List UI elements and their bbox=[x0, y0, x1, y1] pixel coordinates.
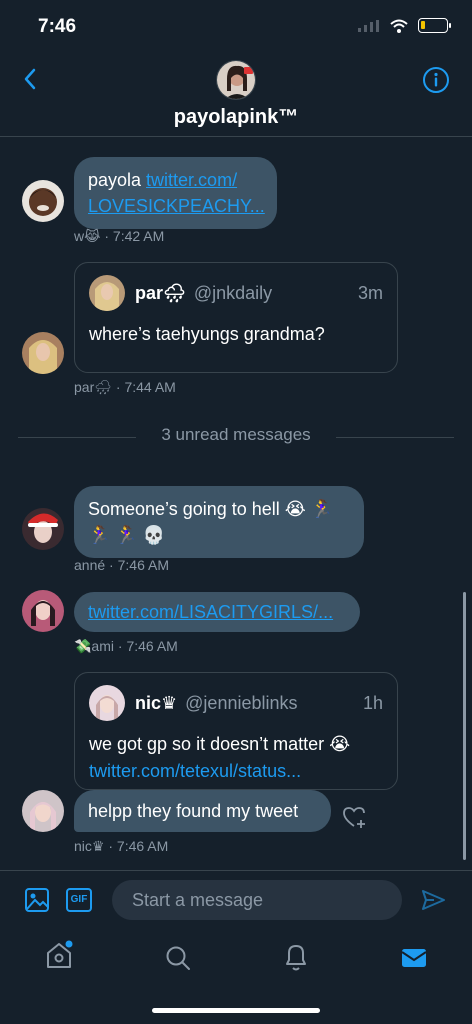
avatar[interactable] bbox=[22, 332, 64, 374]
message-time: 7:44 AM bbox=[124, 379, 176, 395]
scrollbar[interactable] bbox=[463, 592, 466, 860]
message-meta: anné · 7:46 AM bbox=[74, 557, 169, 573]
message-bubble[interactable]: payola twitter.com/ LOVESICKPEACHY... bbox=[74, 157, 277, 229]
sender-name: w😹 bbox=[74, 228, 101, 244]
message-input[interactable]: Start a message bbox=[112, 880, 402, 920]
message-time: 7:42 AM bbox=[112, 228, 165, 244]
status-icons bbox=[358, 18, 451, 33]
conversation-avatar[interactable] bbox=[216, 60, 256, 100]
sender-name: anné bbox=[74, 557, 106, 573]
message-link[interactable]: twitter.com/LISACITYGIRLS/... bbox=[88, 602, 333, 622]
quoted-time: 3m bbox=[357, 282, 383, 303]
message-text: 🏃‍♀️ 🏃‍♀️ 💀 bbox=[88, 525, 166, 545]
quoted-name: par🌧 bbox=[135, 282, 186, 303]
unread-label: 3 unread messages bbox=[161, 425, 311, 444]
composer-divider bbox=[0, 870, 472, 871]
cellular-signal-icon bbox=[358, 19, 379, 32]
avatar[interactable] bbox=[22, 180, 64, 222]
message-text: Someone’s going to hell 😭 🏃‍♀️ bbox=[88, 499, 334, 519]
battery-icon bbox=[418, 18, 451, 33]
avatar[interactable] bbox=[22, 790, 64, 832]
quoted-name: nic♛ bbox=[135, 692, 178, 713]
avatar[interactable] bbox=[22, 590, 64, 632]
sender-name: nic♛ bbox=[74, 838, 105, 854]
avatar[interactable] bbox=[22, 508, 64, 550]
message-link[interactable]: LOVESICKPEACHY... bbox=[88, 196, 265, 216]
message-bubble[interactable]: Someone’s going to hell 😭 🏃‍♀️ 🏃‍♀️ 🏃‍♀️… bbox=[74, 486, 364, 558]
message-bubble[interactable]: helpp they found my tweet bbox=[74, 790, 331, 832]
quoted-link[interactable]: twitter.com/tetexul/status... bbox=[89, 758, 383, 784]
message-meta: 💸ami · 7:46 AM bbox=[74, 638, 178, 654]
quoted-tweet[interactable]: nic♛ @jennieblinks 1h we got gp so it do… bbox=[74, 672, 398, 790]
info-icon[interactable] bbox=[422, 66, 450, 94]
message-link[interactable]: twitter.com/ bbox=[146, 170, 237, 190]
wifi-icon bbox=[390, 19, 408, 33]
quoted-time: 1h bbox=[362, 692, 383, 713]
message-time: 7:46 AM bbox=[126, 638, 178, 654]
quoted-tweet[interactable]: par🌧 @jnkdaily 3m where’s taehyungs gran… bbox=[74, 262, 398, 373]
image-icon[interactable] bbox=[24, 887, 50, 913]
quoted-text: we got gp so it doesn’t matter 😭 bbox=[89, 734, 351, 754]
conversation-title[interactable]: payolapink™ bbox=[0, 106, 472, 129]
notifications-tab-icon[interactable] bbox=[282, 942, 310, 972]
search-tab-icon[interactable] bbox=[164, 944, 192, 972]
sender-name: par🌧 bbox=[74, 379, 113, 395]
header-divider bbox=[0, 136, 472, 137]
message-bubble[interactable]: twitter.com/LISACITYGIRLS/... bbox=[74, 592, 360, 632]
message-meta: w😹 · 7:42 AM bbox=[74, 228, 165, 244]
quoted-avatar bbox=[89, 275, 125, 311]
add-reaction-icon[interactable] bbox=[342, 806, 368, 830]
message-time: 7:46 AM bbox=[117, 557, 169, 573]
messages-tab-icon[interactable] bbox=[400, 946, 428, 970]
quoted-text: where’s taehyungs grandma? bbox=[89, 324, 325, 344]
send-icon[interactable] bbox=[420, 888, 446, 912]
gif-button[interactable]: GIF bbox=[66, 888, 92, 912]
home-tab-icon[interactable] bbox=[44, 940, 74, 970]
quoted-handle: @jnkdaily bbox=[193, 282, 273, 303]
sender-name: 💸ami bbox=[74, 638, 114, 654]
message-meta: nic♛ · 7:46 AM bbox=[74, 838, 169, 854]
message-text: payola bbox=[88, 170, 147, 190]
quoted-avatar bbox=[89, 685, 125, 721]
message-meta: par🌧 · 7:44 AM bbox=[74, 379, 176, 395]
back-arrow-icon[interactable] bbox=[18, 64, 48, 94]
message-time: 7:46 AM bbox=[116, 838, 169, 854]
quoted-handle: @jennieblinks bbox=[185, 692, 298, 713]
message-text: helpp they found my tweet bbox=[88, 801, 299, 821]
status-time: 7:46 bbox=[38, 16, 77, 37]
home-indicator[interactable] bbox=[152, 1008, 320, 1013]
